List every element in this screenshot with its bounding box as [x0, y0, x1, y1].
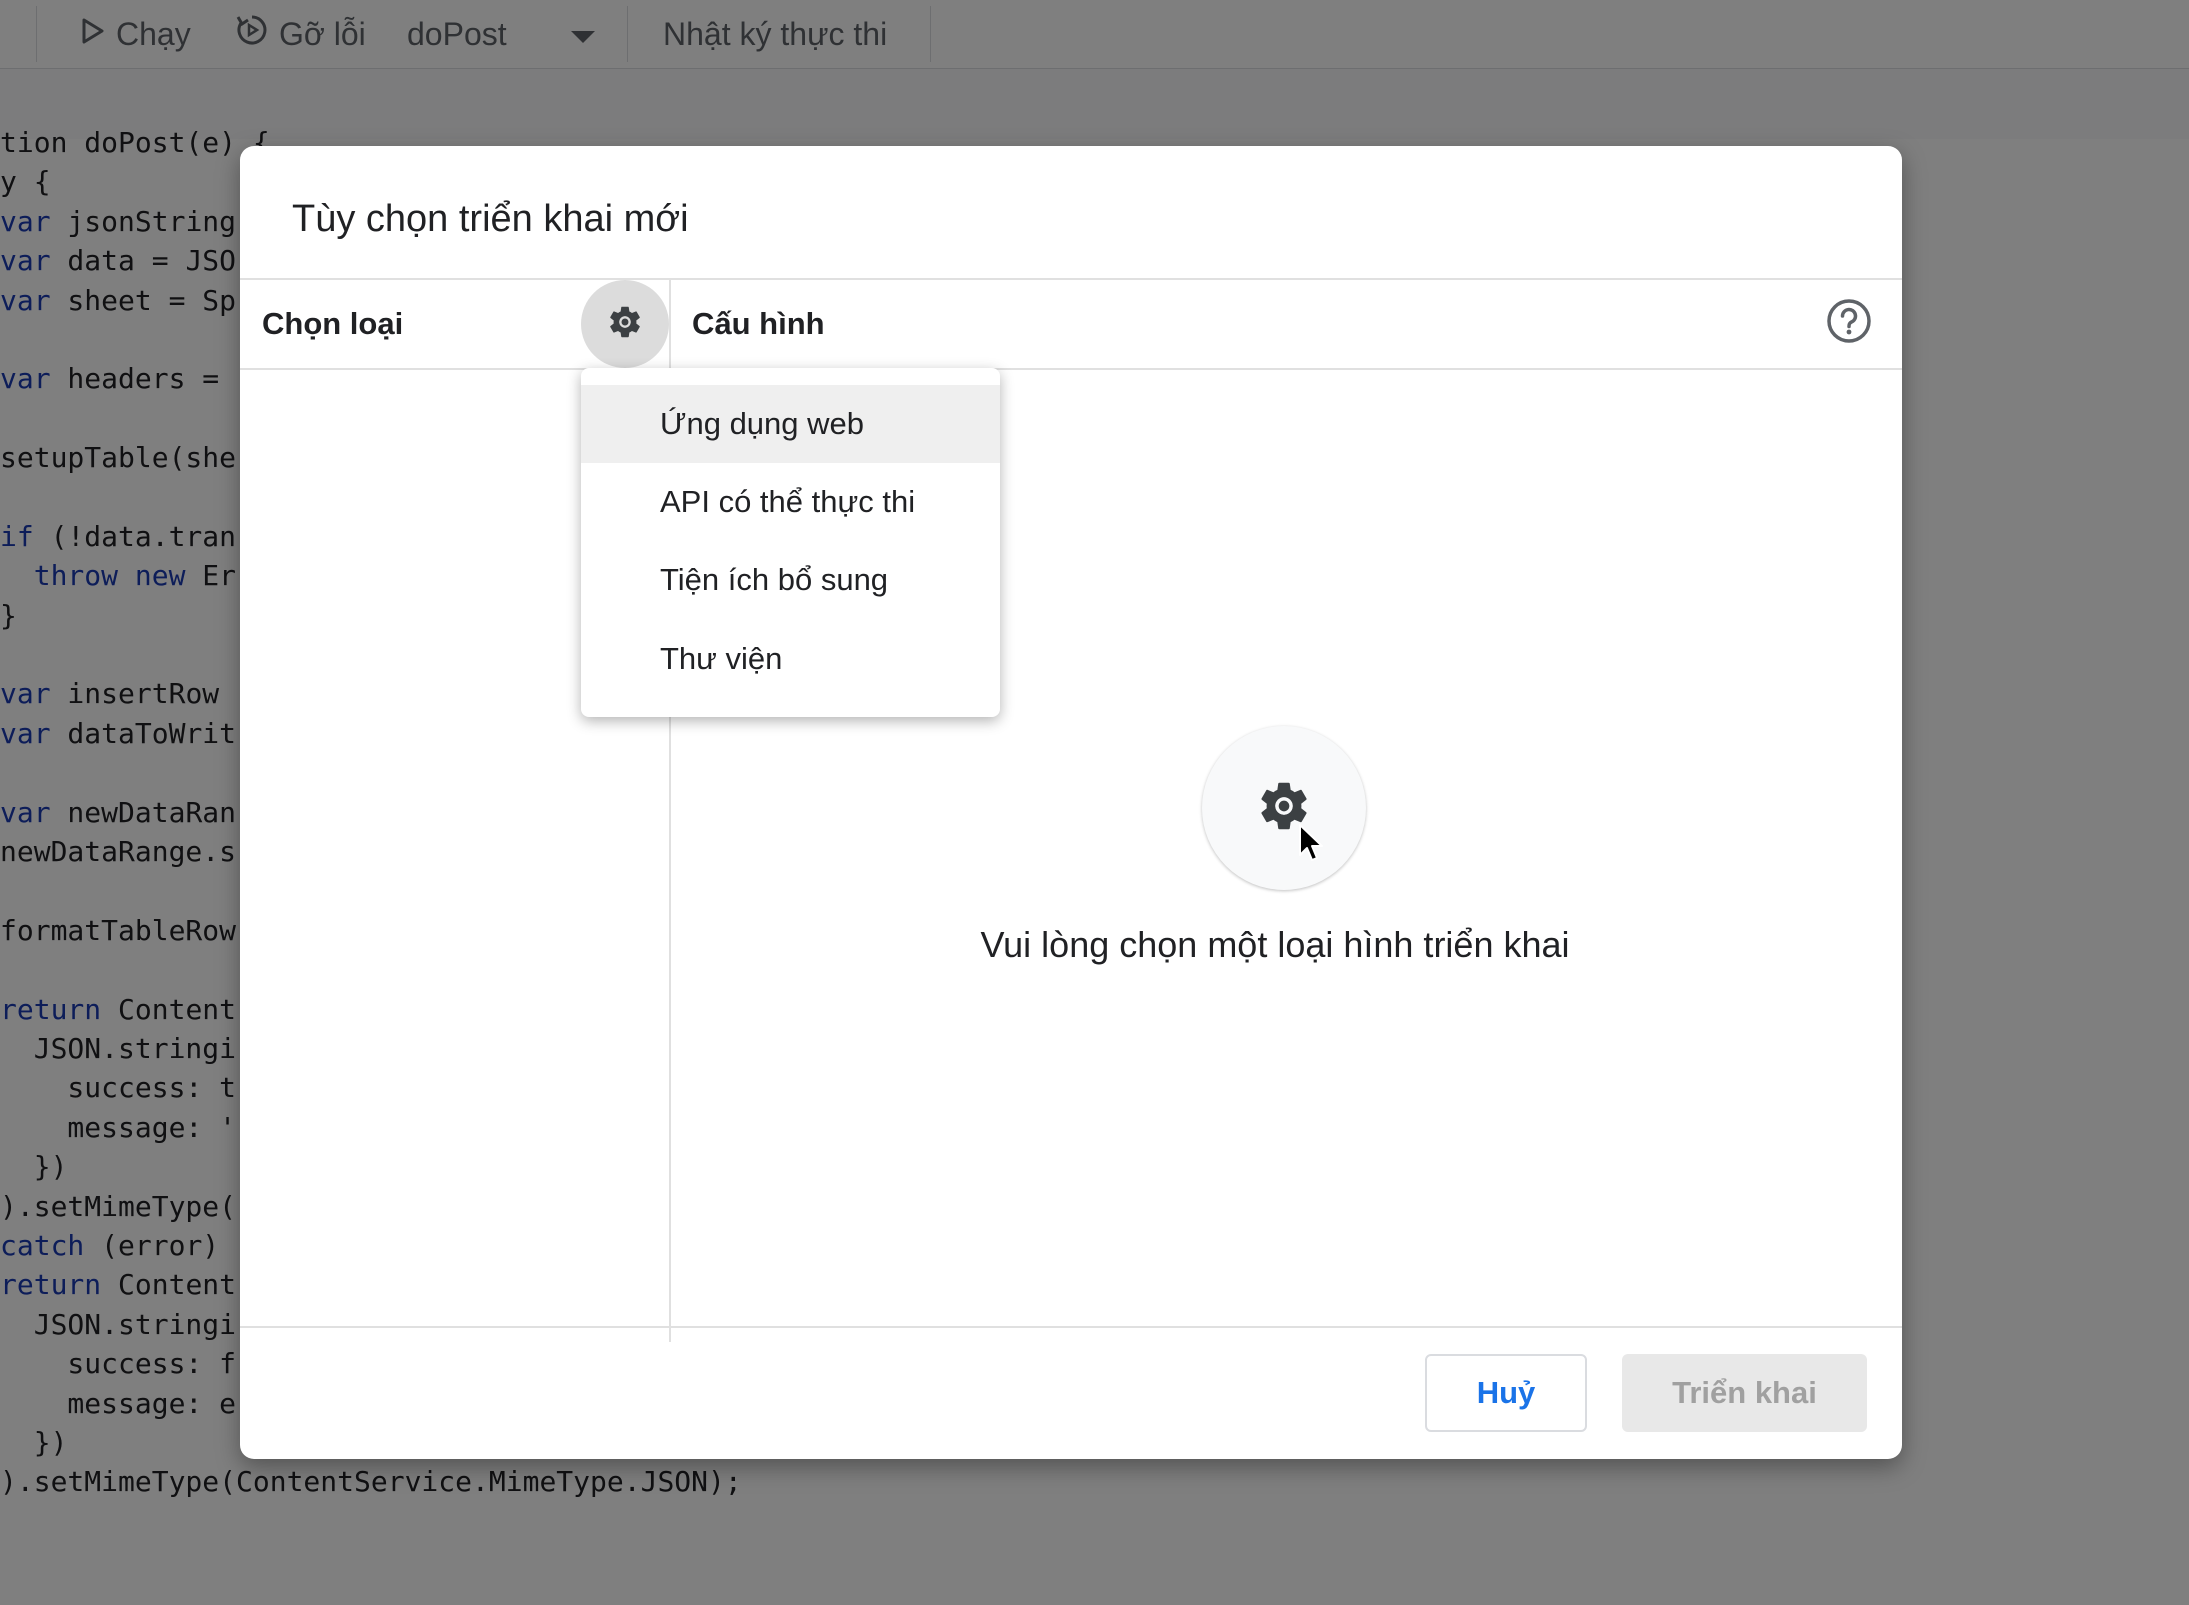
- footer-divider: [240, 1326, 1902, 1328]
- menu-item-library[interactable]: Thư viện: [581, 620, 1000, 698]
- cancel-button[interactable]: Huỷ: [1425, 1354, 1587, 1432]
- help-circle-icon: [1826, 298, 1872, 349]
- menu-item-add-on[interactable]: Tiện ích bổ sung: [581, 541, 1000, 619]
- menu-item-label: Ứng dụng web: [660, 406, 865, 441]
- deploy-button[interactable]: Triển khai: [1622, 1354, 1867, 1432]
- select-type-label: Chọn loại: [262, 306, 404, 341]
- menu-item-label: API có thể thực thi: [660, 484, 916, 519]
- divider: [240, 278, 1902, 280]
- new-deployment-dialog: Tùy chọn triển khai mới Chọn loại Cấu hì…: [240, 146, 1902, 1459]
- deployment-type-menu: Ứng dụng web API có thể thực thi Tiện íc…: [581, 368, 1000, 717]
- gear-icon: [606, 303, 644, 346]
- mouse-pointer-icon: [1298, 823, 1326, 868]
- help-button[interactable]: [1826, 298, 1872, 349]
- select-type-button[interactable]: [581, 280, 669, 368]
- menu-item-label: Thư viện: [660, 641, 783, 676]
- divider: [240, 368, 1902, 370]
- menu-item-web-app[interactable]: Ứng dụng web: [581, 385, 1000, 463]
- menu-item-label: Tiện ích bổ sung: [660, 562, 889, 597]
- empty-state-illustration: [1202, 726, 1366, 890]
- menu-item-api-executable[interactable]: API có thể thực thi: [581, 463, 1000, 541]
- dialog-title: Tùy chọn triển khai mới: [292, 198, 689, 240]
- config-label: Cấu hình: [692, 306, 825, 341]
- empty-state-message: Vui lòng chọn một loại hình triển khai: [980, 924, 1570, 965]
